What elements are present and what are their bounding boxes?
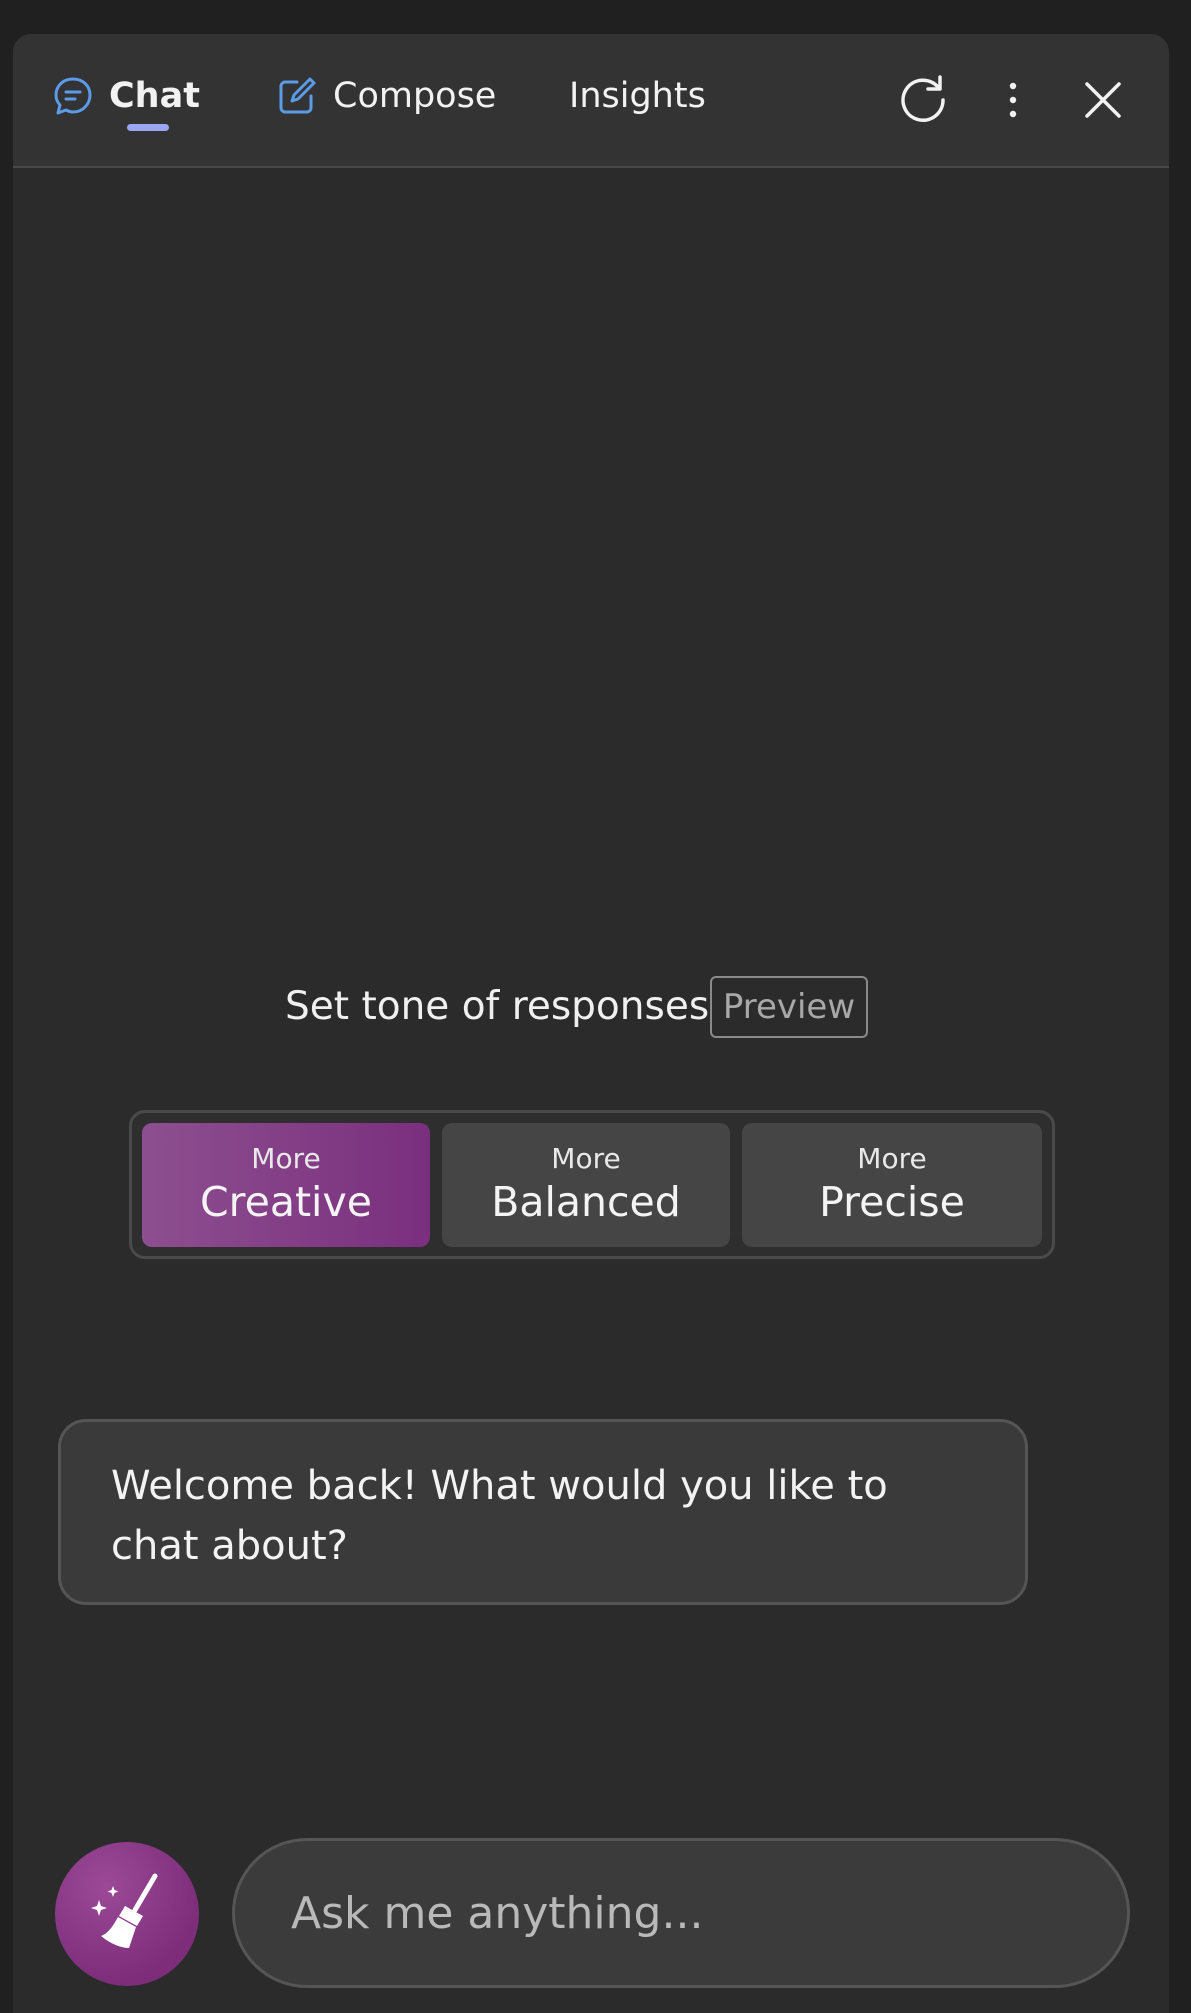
tone-precise-label: Precise (819, 1178, 965, 1226)
refresh-icon (896, 73, 950, 131)
top-bar: Chat Compose Insights (13, 34, 1169, 168)
tab-chat-label: Chat (109, 76, 200, 116)
tone-creative-button[interactable]: More Creative (142, 1123, 430, 1247)
tone-header: Set tone of responses Preview (13, 976, 1169, 1046)
tone-label: Set tone of responses (285, 984, 710, 1029)
tab-chat[interactable]: Chat (51, 72, 200, 120)
tab-insights[interactable]: Insights (569, 72, 706, 120)
tone-balanced-prefix: More (551, 1142, 621, 1175)
tone-selector: More Creative More Balanced More Precise (129, 1110, 1055, 1259)
broom-sparkle-icon (85, 1870, 169, 1958)
more-options-icon (1003, 80, 1023, 124)
tab-compose-label: Compose (333, 76, 497, 116)
tab-compose[interactable]: Compose (275, 72, 496, 120)
tone-precise-prefix: More (857, 1142, 927, 1175)
active-tab-indicator (127, 124, 169, 131)
close-button[interactable] (1073, 72, 1133, 132)
ask-input[interactable] (232, 1838, 1130, 1988)
compose-icon (275, 74, 319, 118)
tone-creative-prefix: More (251, 1142, 321, 1175)
tone-balanced-button[interactable]: More Balanced (442, 1123, 730, 1247)
tone-balanced-label: Balanced (491, 1178, 681, 1226)
chat-bubble-icon (51, 74, 95, 118)
more-options-button[interactable] (983, 72, 1043, 132)
preview-badge: Preview (710, 976, 868, 1038)
tone-creative-label: Creative (200, 1178, 372, 1226)
tone-precise-button[interactable]: More Precise (742, 1123, 1042, 1247)
new-topic-button[interactable] (55, 1842, 199, 1986)
tab-insights-label: Insights (569, 76, 706, 116)
close-icon (1083, 80, 1123, 124)
refresh-button[interactable] (893, 72, 953, 132)
welcome-message: Welcome back! What would you like to cha… (58, 1419, 1028, 1605)
chat-panel: Chat Compose Insights Set tone of respon… (13, 34, 1169, 2013)
